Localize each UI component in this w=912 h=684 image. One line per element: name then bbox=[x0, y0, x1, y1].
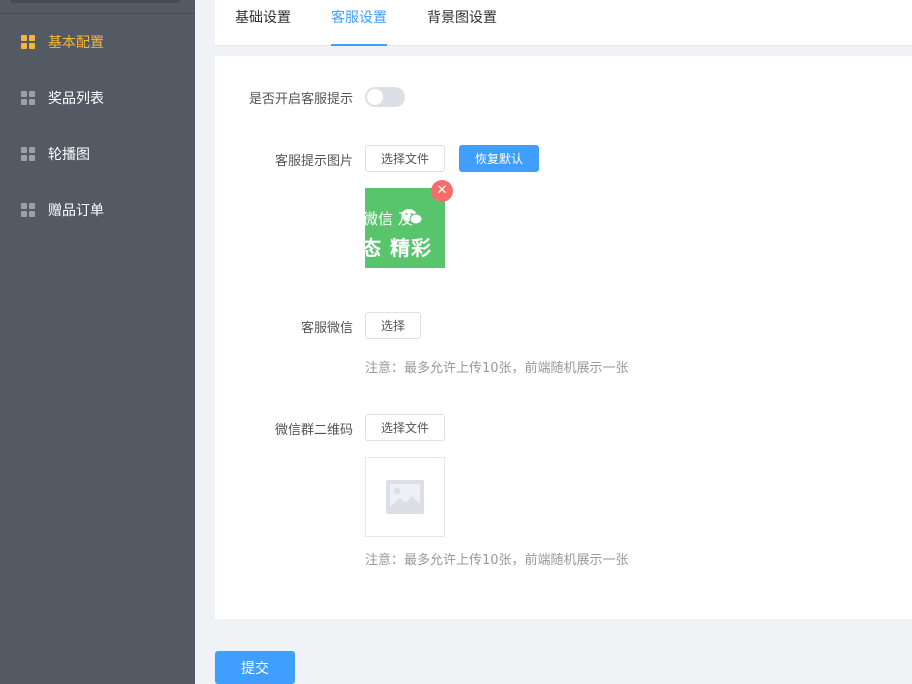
sidebar-item-label: 奖品列表 bbox=[48, 91, 104, 107]
service-tip-label: 是否开启客服提示 bbox=[248, 92, 353, 107]
image-placeholder-icon bbox=[386, 480, 424, 514]
tip-image-reset-button[interactable]: 恢复默认 bbox=[459, 145, 539, 172]
sidebar-item-basic-config[interactable]: 基本配置 bbox=[0, 14, 195, 70]
group-qr-image-slot[interactable] bbox=[365, 457, 445, 537]
tab-service-settings[interactable]: 客服设置 bbox=[331, 0, 387, 46]
switch-knob bbox=[367, 89, 383, 105]
group-qr-select-button[interactable]: 选择文件 bbox=[365, 414, 445, 441]
grid-icon bbox=[21, 147, 35, 161]
sidebar-item-prize-list[interactable]: 奖品列表 bbox=[0, 70, 195, 126]
settings-tabs: 基础设置 客服设置 背景图设置 bbox=[215, 0, 912, 46]
wechat-label: 客服微信 bbox=[300, 321, 353, 336]
sidebar: 基本配置 奖品列表 轮播图 赠品订单 bbox=[0, 0, 195, 684]
wechat-select-button[interactable]: 选择 bbox=[365, 312, 421, 339]
wechat-icon bbox=[401, 209, 423, 225]
sidebar-item-carousel[interactable]: 轮播图 bbox=[0, 126, 195, 182]
service-tip-switch[interactable] bbox=[365, 87, 405, 107]
thumbnail-text-line2: 态 精彩 bbox=[365, 236, 432, 260]
submit-button[interactable]: 提交 bbox=[215, 651, 295, 684]
sidebar-item-label: 基本配置 bbox=[48, 35, 104, 51]
sidebar-item-gift-orders[interactable]: 赠品订单 bbox=[0, 182, 195, 238]
sidebar-scroll-bar bbox=[10, 0, 180, 3]
grid-icon bbox=[21, 203, 35, 217]
grid-icon bbox=[21, 35, 35, 49]
service-settings-form: 是否开启客服提示 客服提示图片 选择文件 恢复默认 微信 及 态 精彩 ✕ 客服… bbox=[215, 56, 912, 619]
tab-basic-settings[interactable]: 基础设置 bbox=[235, 0, 291, 46]
grid-icon bbox=[21, 91, 35, 105]
sidebar-item-label: 轮播图 bbox=[48, 147, 90, 163]
tip-image-select-button[interactable]: 选择文件 bbox=[365, 145, 445, 172]
close-icon[interactable]: ✕ bbox=[431, 180, 453, 202]
group-qr-note: 注意：最多允许上传10张，前端随机展示一张 bbox=[365, 553, 629, 568]
tip-image-thumbnail: 微信 及 态 精彩 bbox=[365, 188, 445, 268]
tip-image-label: 客服提示图片 bbox=[274, 154, 353, 169]
tab-background-settings[interactable]: 背景图设置 bbox=[427, 0, 497, 46]
group-qr-label: 微信群二维码 bbox=[274, 423, 353, 438]
sidebar-item-label: 赠品订单 bbox=[48, 203, 104, 219]
wechat-note: 注意：最多允许上传10张，前端随机展示一张 bbox=[365, 361, 629, 376]
